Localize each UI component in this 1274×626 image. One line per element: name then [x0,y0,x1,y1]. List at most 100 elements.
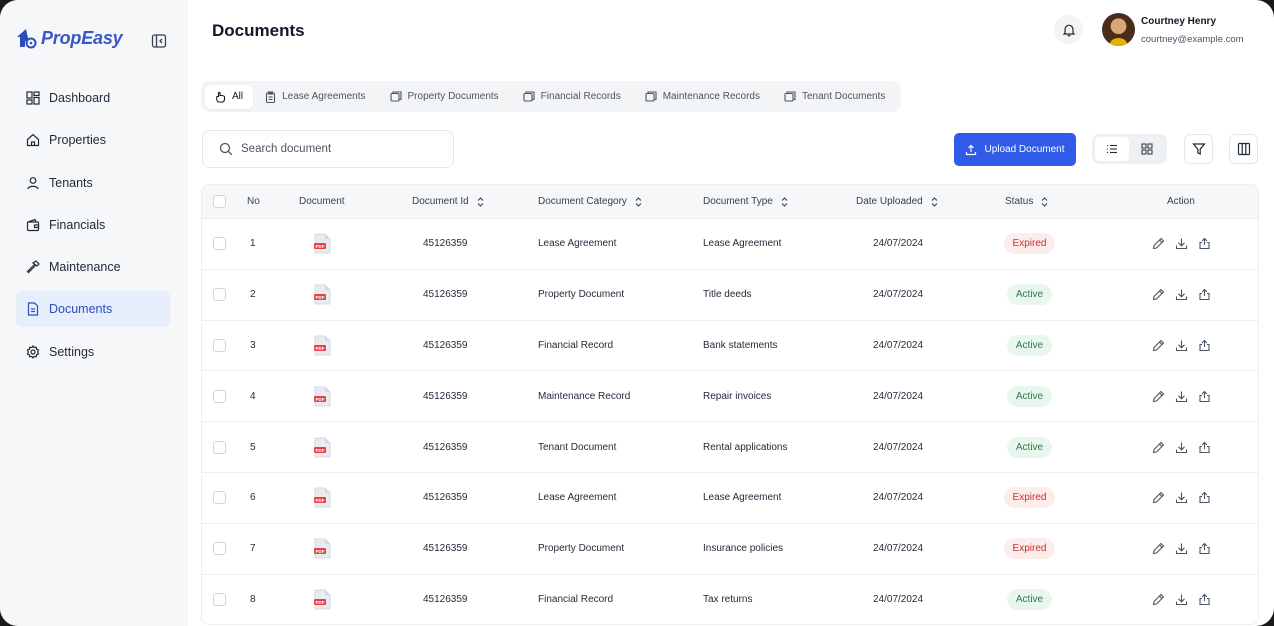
download-icon[interactable] [1175,288,1188,301]
row-checkbox[interactable] [213,288,226,302]
tab-financial-records[interactable]: Financial Records [511,85,633,109]
table-row[interactable]: 6 PDF 45126359 Lease Agreement Lease Agr… [202,471,1258,523]
document-type-text: Lease Agreement [703,492,782,504]
download-icon[interactable] [1175,339,1188,352]
share-icon[interactable] [1198,339,1211,352]
notifications-button[interactable] [1054,15,1083,44]
share-icon[interactable] [1198,288,1211,301]
download-icon[interactable] [1175,441,1188,454]
row-number-text: 8 [250,593,256,605]
pdf-file-icon[interactable]: PDF [314,538,331,559]
share-icon[interactable] [1198,441,1211,454]
tab-property-documents[interactable]: Property Documents [378,85,511,109]
sidebar-item-settings[interactable]: Settings [16,334,170,370]
sidebar-item-financials[interactable]: Financials [16,207,170,243]
column-header-status[interactable]: Status [1005,185,1048,218]
share-icon[interactable] [1198,491,1211,504]
search-box[interactable] [202,130,454,168]
download-icon[interactable] [1175,542,1188,555]
edit-icon[interactable] [1152,491,1165,504]
sidebar-item-documents[interactable]: Documents [16,291,170,328]
table-row[interactable]: 1 PDF 45126359 Lease Agreement Lease Agr… [202,218,1258,269]
columns-button[interactable] [1229,134,1258,164]
brand-logo[interactable]: PropEasy [16,28,123,49]
list-view-button[interactable] [1095,137,1129,161]
row-number-text: 7 [250,543,256,555]
document-category-text: Maintenance Record [538,390,631,402]
status-badge: Expired [1003,233,1056,255]
status-badge: Active [1006,385,1053,407]
table-row[interactable]: 8 PDF 45126359 Financial Record Tax retu… [202,573,1258,625]
table-row[interactable]: 4 PDF 45126359 Maintenance Record Repair… [202,370,1258,421]
filter-button[interactable] [1184,134,1213,164]
pdf-file-icon[interactable]: PDF [314,233,331,254]
column-header-document-id[interactable]: Document Id [412,185,484,218]
row-checkbox[interactable] [213,592,226,606]
select-all-checkbox[interactable] [213,195,226,208]
row-checkbox[interactable] [213,440,226,454]
tab-all[interactable]: All [205,84,254,109]
row-checkbox[interactable] [213,542,226,556]
avatar[interactable] [1102,13,1135,46]
sidebar-item-maintenance[interactable]: Maintenance [16,249,170,285]
pdf-file-icon[interactable]: PDF [314,487,331,508]
pdf-file-icon[interactable]: PDF [314,437,331,458]
collapse-sidebar-icon[interactable] [151,33,167,49]
column-header-document-category[interactable]: Document Category [538,185,642,218]
sidebar-item-label: Financials [49,217,106,232]
document-id: 45126359 [423,321,468,371]
tab-tenant-documents[interactable]: Tenant Documents [772,85,897,109]
pdf-file-icon[interactable]: PDF [314,386,331,407]
edit-icon[interactable] [1152,339,1165,352]
table-row[interactable]: 2 PDF 45126359 Property Document Title d… [202,268,1258,320]
document-id-text: 45126359 [423,492,468,504]
document-file-cell: PDF [314,371,331,421]
row-select-cell [213,321,226,371]
tab-label: Maintenance Records [662,91,760,102]
tab-lease-agreements[interactable]: Lease Agreements [253,85,377,109]
pdf-file-icon[interactable]: PDF [314,335,331,356]
edit-icon[interactable] [1152,542,1165,555]
row-actions [1152,524,1211,574]
download-icon[interactable] [1175,237,1188,250]
column-header-document-type[interactable]: Document Type [703,185,788,218]
table-row[interactable]: 7 PDF 45126359 Property Document Insuran… [202,522,1258,574]
edit-icon[interactable] [1152,441,1165,454]
download-icon[interactable] [1175,390,1188,403]
table-row[interactable]: 3 PDF 45126359 Financial Record Bank sta… [202,319,1258,371]
sidebar-item-label: Dashboard [49,91,111,105]
edit-icon[interactable] [1152,237,1165,250]
edit-icon[interactable] [1152,593,1165,606]
edit-icon[interactable] [1152,390,1165,403]
column-header-label: Document [299,196,345,207]
document-category-text: Property Document [538,289,625,301]
table-row[interactable]: 5 PDF 45126359 Tenant Document Rental ap… [202,421,1258,472]
column-header-date-uploaded[interactable]: Date Uploaded [856,185,938,218]
row-checkbox[interactable] [213,237,226,251]
pdf-file-icon[interactable]: PDF [314,284,331,305]
grid-view-button[interactable] [1131,137,1165,161]
columns-icon [1237,142,1250,156]
share-icon[interactable] [1198,542,1211,555]
tab-maintenance-records[interactable]: Maintenance Records [633,85,772,109]
sidebar-item-properties[interactable]: Properties [16,122,170,158]
row-checkbox[interactable] [213,389,226,403]
sort-icon [931,196,938,207]
download-icon[interactable] [1175,593,1188,606]
share-icon[interactable] [1198,237,1211,250]
share-icon[interactable] [1198,593,1211,606]
share-icon[interactable] [1198,390,1211,403]
document-file-cell: PDF [314,219,331,269]
upload-icon [966,144,977,155]
status-cell: Expired [1002,524,1057,574]
sidebar-item-tenants[interactable]: Tenants [16,165,170,201]
sidebar-item-label: Documents [49,302,113,317]
download-icon[interactable] [1175,491,1188,504]
sidebar-item-dashboard[interactable]: Dashboard [16,80,170,116]
row-checkbox[interactable] [213,491,226,505]
edit-icon[interactable] [1152,288,1165,301]
pdf-file-icon[interactable]: PDF [314,589,331,610]
row-checkbox[interactable] [213,338,226,352]
upload-document-button[interactable]: Upload Document [954,133,1076,166]
search-input[interactable] [241,143,441,155]
